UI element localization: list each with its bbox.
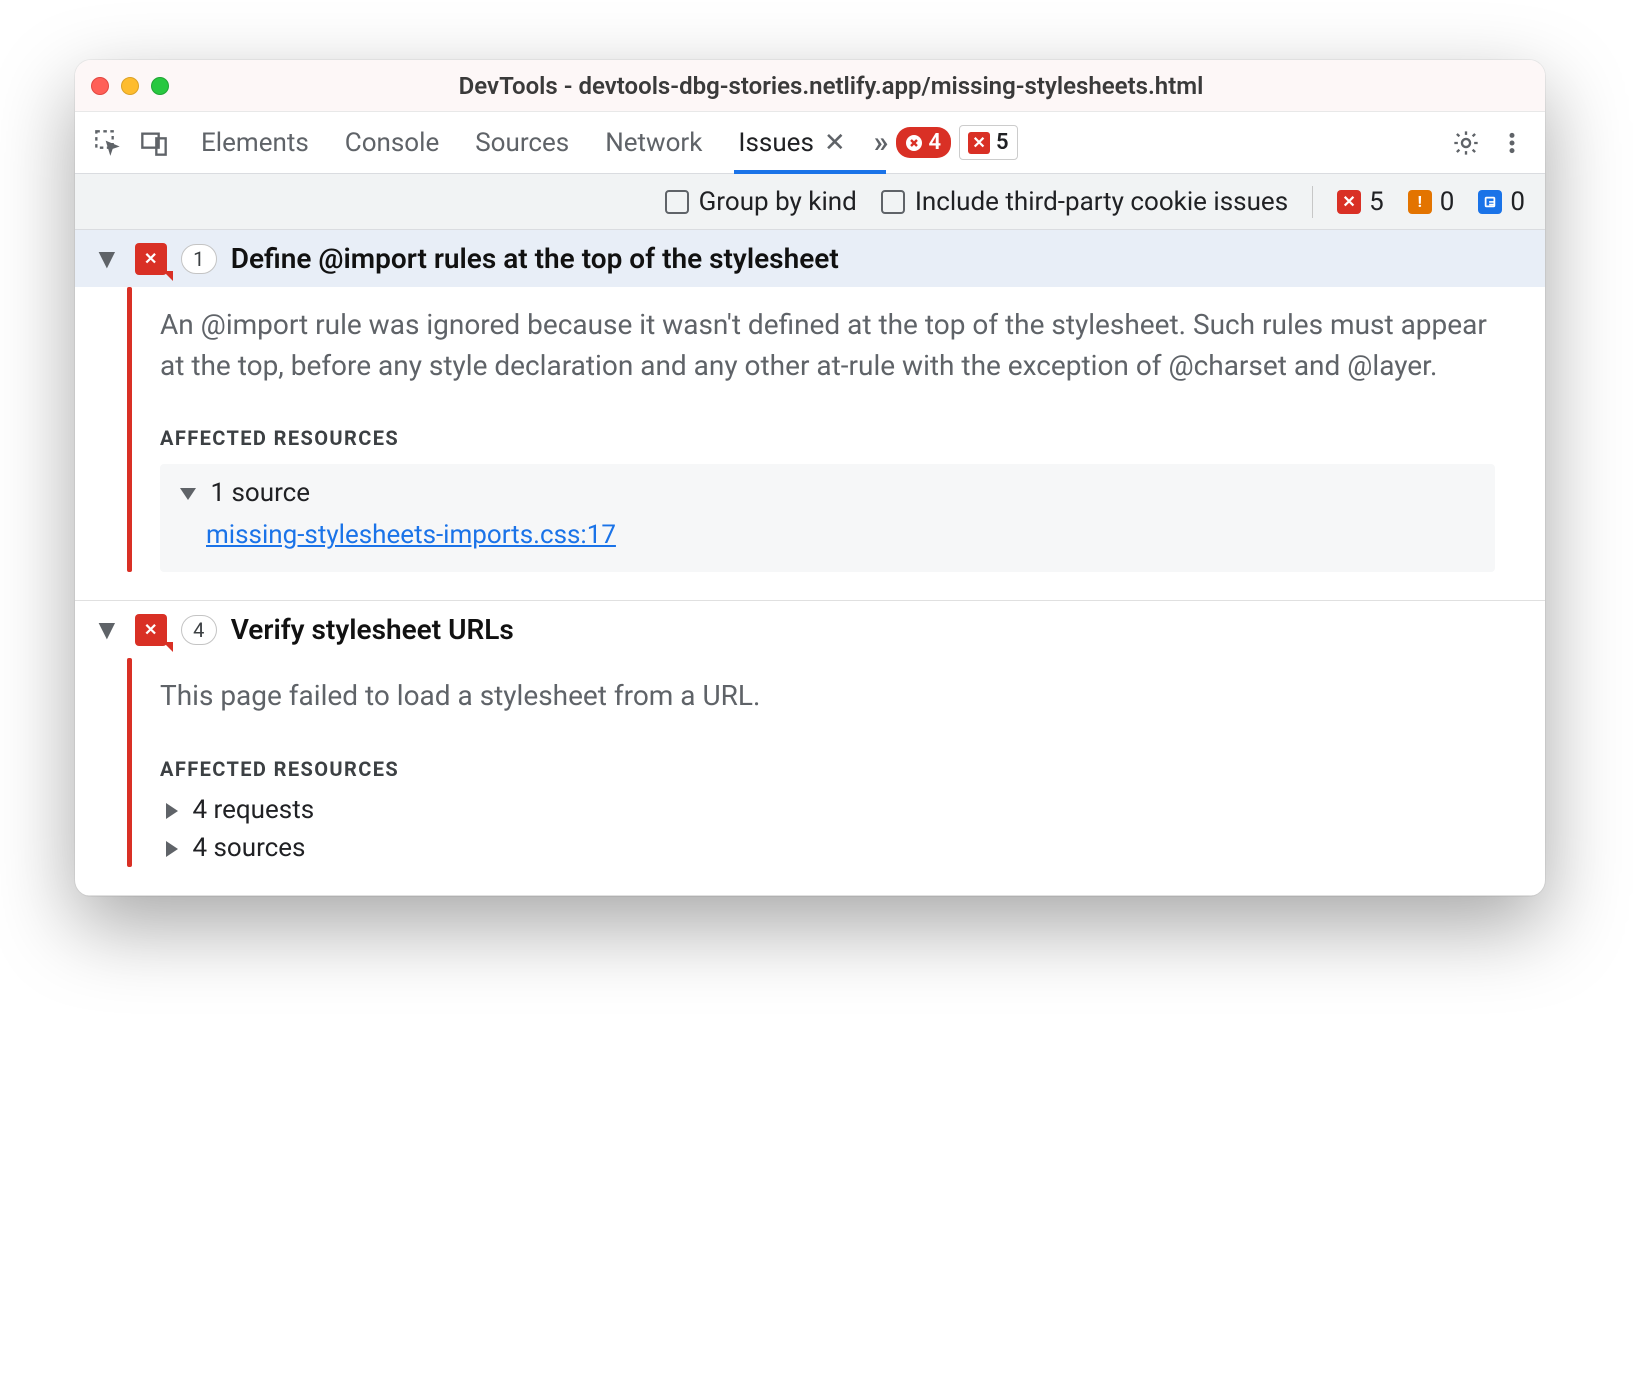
resource-group-label: 1 source (210, 478, 310, 508)
settings-icon[interactable] (1447, 124, 1485, 162)
checkbox-icon (665, 190, 689, 214)
issue-header[interactable]: ▼ ✕ 1 Define @import rules at the top of… (75, 230, 1545, 287)
tab-label: Issues (738, 128, 813, 158)
checkbox-icon (881, 190, 905, 214)
window-close-button[interactable] (91, 77, 109, 95)
tab-console[interactable]: Console (345, 112, 439, 173)
issues-filter-bar: Group by kind Include third-party cookie… (75, 174, 1545, 230)
issue-title: Verify stylesheet URLs (231, 613, 514, 646)
warnings-counter[interactable]: ! 0 (1408, 187, 1455, 217)
resource-group-label: 4 requests (192, 795, 314, 825)
affected-resources-list: 4 requests 4 sources (160, 791, 1495, 867)
severity-bar (127, 287, 132, 572)
tab-network[interactable]: Network (605, 112, 702, 173)
chevron-right-icon (166, 841, 178, 857)
chevron-down-icon: ▼ (93, 613, 121, 646)
errors-counter[interactable]: ✕ 5 (1337, 187, 1384, 217)
chevron-down-icon: ▼ (93, 242, 121, 275)
issues-list: ▼ ✕ 1 Define @import rules at the top of… (75, 230, 1545, 896)
tab-elements[interactable]: Elements (201, 112, 309, 173)
warnings-count: 0 (1440, 187, 1455, 217)
error-count-pill[interactable]: 4 (896, 127, 951, 158)
issue-item: ▼ ✕ 4 Verify stylesheet URLs This page f… (75, 601, 1545, 896)
issue-body: An @import rule was ignored because it w… (75, 287, 1545, 600)
issue-title: Define @import rules at the top of the s… (231, 242, 839, 275)
source-link[interactable]: missing-stylesheets-imports.css:17 (206, 520, 616, 550)
window-zoom-button[interactable] (151, 77, 169, 95)
window-titlebar: DevTools - devtools-dbg-stories.netlify.… (75, 60, 1545, 112)
issue-body: This page failed to load a stylesheet fr… (75, 658, 1545, 895)
issue-description: An @import rule was ignored because it w… (160, 305, 1495, 386)
resource-group[interactable]: 1 source (180, 478, 1475, 508)
traffic-lights (91, 77, 169, 95)
include-third-party-checkbox[interactable]: Include third-party cookie issues (881, 187, 1288, 217)
warning-icon: ! (1408, 190, 1432, 214)
info-count: 0 (1510, 187, 1525, 217)
severity-bar (127, 658, 132, 867)
issue-item: ▼ ✕ 1 Define @import rules at the top of… (75, 230, 1545, 601)
panel-tabs-bar: Elements Console Sources Network Issues … (75, 112, 1545, 174)
error-badge-icon: ✕ (135, 243, 167, 275)
window-title: DevTools - devtools-dbg-stories.netlify.… (193, 72, 1529, 100)
inspect-element-icon[interactable] (89, 124, 127, 162)
device-toolbar-icon[interactable] (135, 124, 173, 162)
issue-count-value: 5 (996, 130, 1009, 155)
group-by-kind-checkbox[interactable]: Group by kind (665, 187, 857, 217)
affected-resources-heading: AFFECTED RESOURCES (160, 426, 1495, 450)
devtools-window: DevTools - devtools-dbg-stories.netlify.… (75, 60, 1545, 896)
affected-resources-heading: AFFECTED RESOURCES (160, 757, 1495, 781)
tab-issues[interactable]: Issues ✕ (738, 112, 845, 173)
more-tabs-button[interactable]: » (874, 125, 889, 160)
affected-resources-box: 1 source missing-stylesheets-imports.css… (160, 464, 1495, 572)
kebab-menu-icon[interactable] (1493, 124, 1531, 162)
info-icon (1478, 190, 1502, 214)
error-count-value: 4 (928, 130, 941, 155)
checkbox-label: Group by kind (699, 187, 857, 217)
tab-sources[interactable]: Sources (475, 112, 569, 173)
resource-group[interactable]: 4 sources (160, 829, 1495, 867)
issue-count-badge[interactable]: ✕ 5 (959, 125, 1018, 160)
separator (1312, 186, 1313, 218)
issue-description: This page failed to load a stylesheet fr… (160, 676, 1495, 717)
issue-header[interactable]: ▼ ✕ 4 Verify stylesheet URLs (75, 601, 1545, 658)
checkbox-label: Include third-party cookie issues (915, 187, 1288, 217)
errors-count: 5 (1369, 187, 1384, 217)
resource-group[interactable]: 4 requests (160, 791, 1495, 829)
error-icon: ✕ (1337, 190, 1361, 214)
info-counter[interactable]: 0 (1478, 187, 1525, 217)
panel-tabs: Elements Console Sources Network Issues … (201, 112, 846, 173)
chevron-right-icon (166, 803, 178, 819)
issue-occurrence-count: 4 (181, 615, 217, 645)
window-minimize-button[interactable] (121, 77, 139, 95)
resource-group-label: 4 sources (192, 833, 305, 863)
close-icon[interactable]: ✕ (824, 128, 846, 158)
error-badge-icon: ✕ (135, 614, 167, 646)
issue-occurrence-count: 1 (181, 244, 217, 274)
chevron-down-icon (180, 488, 196, 500)
